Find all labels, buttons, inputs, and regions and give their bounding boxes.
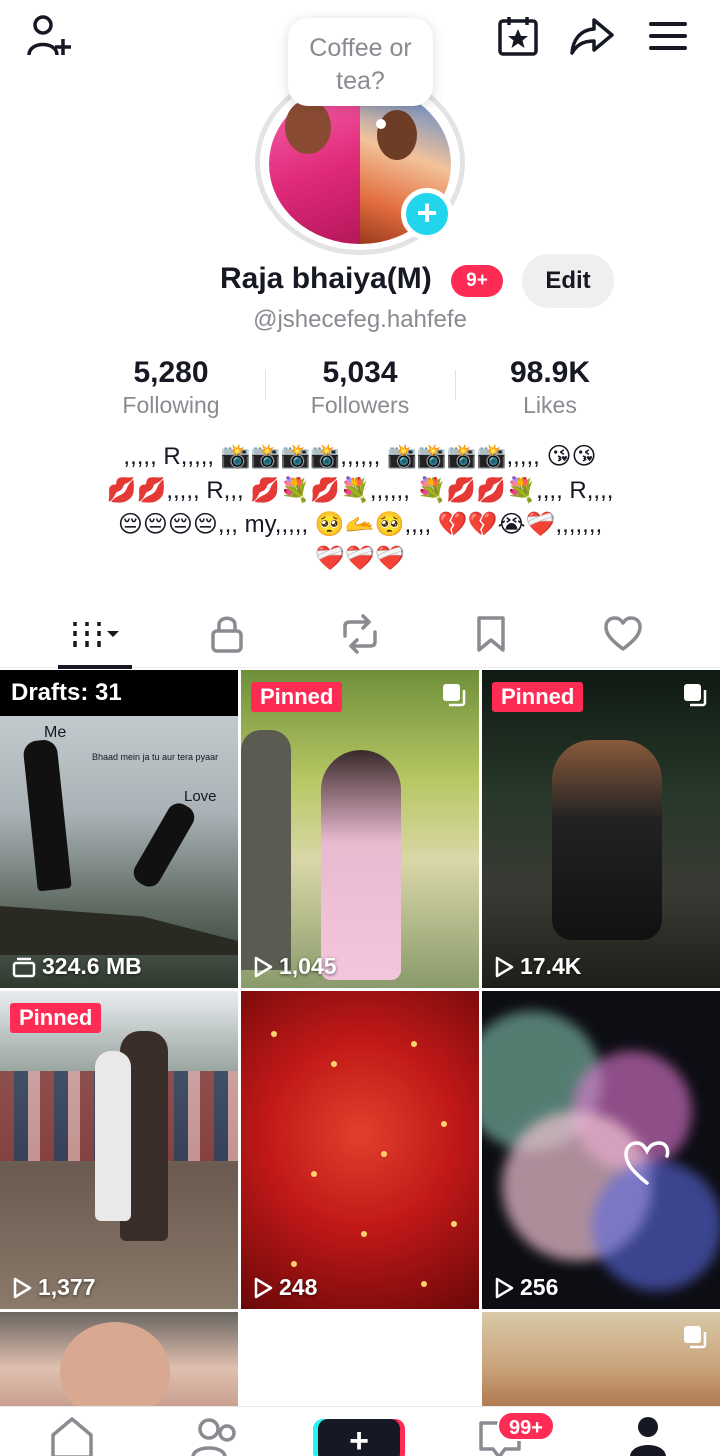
multi-photo-icon — [443, 684, 466, 707]
view-count: 248 — [253, 1274, 317, 1301]
bottom-nav: + 99+ — [0, 1406, 720, 1456]
stat-followers[interactable]: 5,034 Followers — [265, 356, 455, 419]
draft-overlay-me: Me — [44, 724, 67, 741]
calendar-star-icon[interactable] — [494, 12, 542, 60]
profile-stats: 5,280 Following 5,034 Followers 98.9K Li… — [0, 356, 720, 426]
view-count-value: 17.4K — [520, 953, 582, 979]
tab-videos[interactable] — [50, 604, 140, 664]
cliff-shape — [0, 906, 238, 955]
video-tile[interactable] — [0, 1312, 238, 1406]
nav-home[interactable] — [42, 1415, 102, 1456]
video-tile[interactable]: Pinned 1,377 — [0, 991, 238, 1309]
tab-reposts[interactable] — [315, 604, 405, 664]
video-figure — [95, 1051, 131, 1221]
active-tab-indicator — [58, 665, 132, 669]
inbox-badge: 99+ — [497, 1411, 555, 1441]
avatar-face — [377, 110, 417, 160]
note-bubble[interactable]: Coffee or tea? — [288, 18, 433, 106]
create-button[interactable]: + — [318, 1419, 400, 1456]
multi-photo-icon — [684, 684, 707, 707]
play-icon — [13, 1277, 32, 1298]
add-friend-icon[interactable] — [26, 12, 74, 60]
repost-icon — [343, 614, 377, 654]
profile-icon — [630, 1417, 666, 1456]
add-story-plus-icon[interactable]: + — [401, 188, 453, 240]
draft-overlay-caption: Bhaad mein ja tu aur tera pyaar — [92, 752, 219, 762]
pinned-label: Pinned — [10, 1003, 102, 1033]
edit-profile-button[interactable]: Edit — [522, 254, 614, 308]
note-text-line2: tea? — [336, 67, 385, 95]
heart-doodle-icon — [624, 1141, 670, 1185]
pinned-label: Pinned — [492, 682, 584, 712]
video-tile[interactable]: 248 — [241, 991, 479, 1309]
stat-likes[interactable]: 98.9K Likes — [455, 356, 645, 419]
videos-grid-icon — [73, 622, 119, 647]
video-figure — [60, 1322, 170, 1406]
lock-icon — [211, 616, 243, 653]
bio-line: 😔😔😔😔,,, my,,,,, 🥺🫴🥺,,,, 💔💔😭❤️‍🩹,,,,,,, — [117, 511, 603, 538]
name-row: Raja bhaiya(M) 9+ Edit — [0, 254, 720, 308]
view-count-value: 256 — [520, 1274, 559, 1300]
stat-label: Likes — [523, 392, 577, 418]
sparkle-dots — [271, 1031, 277, 1037]
view-count-value: 1,377 — [38, 1274, 96, 1300]
drafts-stack-icon — [12, 957, 36, 977]
play-icon — [495, 1277, 514, 1298]
empty-tile — [241, 1312, 479, 1406]
silhouette-figure — [22, 738, 72, 892]
video-tile[interactable] — [482, 1312, 720, 1406]
notification-badge[interactable]: 9+ — [451, 265, 503, 297]
home-icon — [51, 1417, 93, 1456]
video-figure — [552, 740, 662, 940]
video-figure — [241, 730, 291, 970]
stat-value: 5,280 — [133, 356, 209, 389]
stat-label: Followers — [310, 392, 410, 418]
stat-label: Following — [122, 392, 220, 418]
stat-value: 98.9K — [509, 356, 591, 389]
profile-handle: @jshecefeg.hahfefe — [253, 306, 467, 333]
play-icon — [254, 1277, 273, 1298]
friends-icon — [191, 1418, 236, 1456]
share-icon[interactable] — [568, 12, 616, 60]
profile-name: Raja bhaiya(M) — [220, 262, 432, 295]
stat-value: 5,034 — [322, 356, 398, 389]
content-tabs — [0, 604, 720, 669]
pinned-label: Pinned — [251, 682, 343, 712]
note-text-line1: Coffee or — [309, 34, 412, 62]
video-tile[interactable]: Pinned 17.4K — [482, 670, 720, 988]
play-icon — [254, 956, 273, 977]
bio-line: ❤️‍🩹❤️‍🩹❤️‍🩹 — [315, 545, 405, 572]
menu-icon[interactable] — [644, 12, 692, 60]
view-count: 256 — [494, 1274, 558, 1301]
video-tile[interactable]: Pinned 1,045 — [241, 670, 479, 988]
video-tile[interactable]: 256 — [482, 991, 720, 1309]
silhouette-figure — [129, 799, 199, 891]
view-count-value: 1,045 — [279, 953, 337, 979]
view-count: 17.4K — [494, 953, 581, 980]
nav-friends[interactable] — [186, 1415, 246, 1456]
tab-private[interactable] — [182, 604, 272, 664]
stat-following[interactable]: 5,280 Following — [76, 356, 266, 419]
drafts-tile[interactable]: Drafts: 31 Me Bhaad mein ja tu aur tera … — [0, 670, 238, 988]
video-figure — [321, 750, 401, 980]
drafts-size-value: 324.6 MB — [42, 953, 142, 979]
drafts-size: 324.6 MB — [12, 953, 142, 980]
draft-overlay-love: Love — [184, 788, 217, 805]
tab-favorites[interactable] — [446, 604, 536, 664]
nav-profile[interactable] — [618, 1415, 678, 1456]
tab-liked[interactable] — [578, 604, 668, 664]
bio-line: 💋💋,,,,, R,,, 💋💐💋💐,,,,,, 💐💋💋💐,,,, R,,,, — [106, 477, 614, 504]
view-count-value: 248 — [279, 1274, 318, 1300]
bubble-tail-dot — [376, 119, 386, 129]
view-count: 1,377 — [12, 1274, 96, 1301]
bio-line: ,,,,, R,,,,, 📸📸📸📸,,,,,, 📸📸📸📸,,,,, 😘😘 — [123, 443, 597, 470]
play-icon — [495, 956, 514, 977]
bookmark-icon — [477, 616, 505, 652]
heart-icon — [604, 616, 642, 651]
avatar-face — [285, 100, 331, 154]
multi-photo-icon — [684, 1326, 707, 1349]
view-count: 1,045 — [253, 953, 337, 980]
profile-bio: ,,,,, R,,,,, 📸📸📸📸,,,,,, 📸📸📸📸,,,,, 😘😘 💋💋,… — [70, 440, 650, 576]
drafts-label: Drafts: 31 — [0, 670, 238, 716]
